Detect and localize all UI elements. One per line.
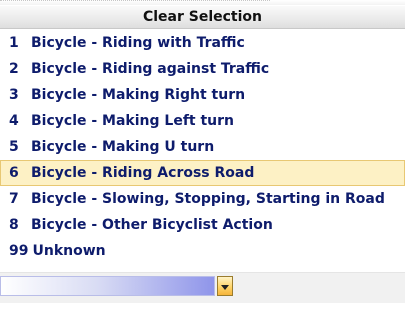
list-item-selected[interactable]: 6 Bicycle - Riding Across Road xyxy=(0,160,405,186)
chevron-down-icon xyxy=(221,284,229,290)
item-label: Unknown xyxy=(32,243,106,259)
item-code: 1 xyxy=(9,35,19,51)
selection-popup: Clear Selection 1 Bicycle - Riding with … xyxy=(0,0,405,310)
list-item[interactable]: 8 Bicycle - Other Bicyclist Action xyxy=(0,212,405,238)
item-code: 3 xyxy=(9,87,19,103)
dropdown-toggle-button[interactable] xyxy=(217,276,233,296)
item-label: Bicycle - Slowing, Stopping, Starting in… xyxy=(31,191,385,207)
list-item[interactable]: 99 Unknown xyxy=(0,238,405,264)
item-code: 7 xyxy=(9,191,19,207)
item-code: 6 xyxy=(9,165,19,181)
item-code: 5 xyxy=(9,139,19,155)
item-label: Bicycle - Making U turn xyxy=(31,139,215,155)
item-code: 4 xyxy=(9,113,19,129)
item-code: 2 xyxy=(9,61,19,77)
item-label: Bicycle - Riding with Traffic xyxy=(31,35,245,51)
clear-selection-button[interactable]: Clear Selection xyxy=(0,5,405,29)
list-item[interactable]: 1 Bicycle - Riding with Traffic xyxy=(0,30,405,56)
options-list: 1 Bicycle - Riding with Traffic 2 Bicycl… xyxy=(0,30,405,264)
list-item[interactable]: 3 Bicycle - Making Right turn xyxy=(0,82,405,108)
item-label: Bicycle - Riding Across Road xyxy=(31,165,255,181)
item-label: Bicycle - Making Right turn xyxy=(31,87,246,103)
truncated-text-edge xyxy=(0,0,270,4)
item-label: Bicycle - Making Left turn xyxy=(31,113,234,129)
item-label: Bicycle - Other Bicyclist Action xyxy=(31,217,273,233)
item-code: 8 xyxy=(9,217,19,233)
selection-combobox-input[interactable] xyxy=(0,276,215,296)
item-code: 99 xyxy=(9,243,29,259)
dropdown-area xyxy=(0,272,405,303)
list-item[interactable]: 2 Bicycle - Riding against Traffic xyxy=(0,56,405,82)
list-item[interactable]: 5 Bicycle - Making U turn xyxy=(0,134,405,160)
list-item[interactable]: 7 Bicycle - Slowing, Stopping, Starting … xyxy=(0,186,405,212)
item-label: Bicycle - Riding against Traffic xyxy=(31,61,270,77)
list-item[interactable]: 4 Bicycle - Making Left turn xyxy=(0,108,405,134)
